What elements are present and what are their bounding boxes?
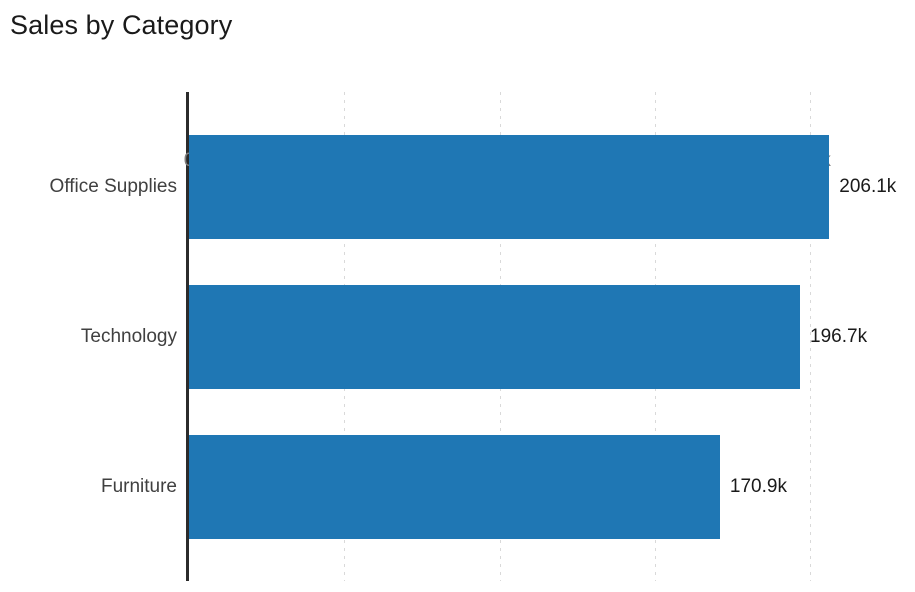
bar-value-label: 170.9k (730, 476, 787, 498)
bar-value-label: 196.7k (810, 326, 867, 348)
plot-area: 050k100k150k200k Office Supplies206.1kTe… (189, 92, 915, 581)
category-label: Furniture (101, 476, 177, 498)
bar-row: Technology196.7k (189, 285, 915, 389)
chart-title: Sales by Category (10, 9, 232, 41)
category-label: Office Supplies (50, 176, 177, 198)
category-label: Technology (81, 326, 177, 348)
bar[interactable] (189, 285, 800, 389)
bar[interactable] (189, 135, 829, 239)
bar-row: Office Supplies206.1k (189, 135, 915, 239)
bar[interactable] (189, 435, 720, 539)
bar-value-label: 206.1k (839, 176, 896, 198)
bar-chart: Sales by Category 050k100k150k200k Offic… (0, 0, 915, 592)
bar-row: Furniture170.9k (189, 435, 915, 539)
